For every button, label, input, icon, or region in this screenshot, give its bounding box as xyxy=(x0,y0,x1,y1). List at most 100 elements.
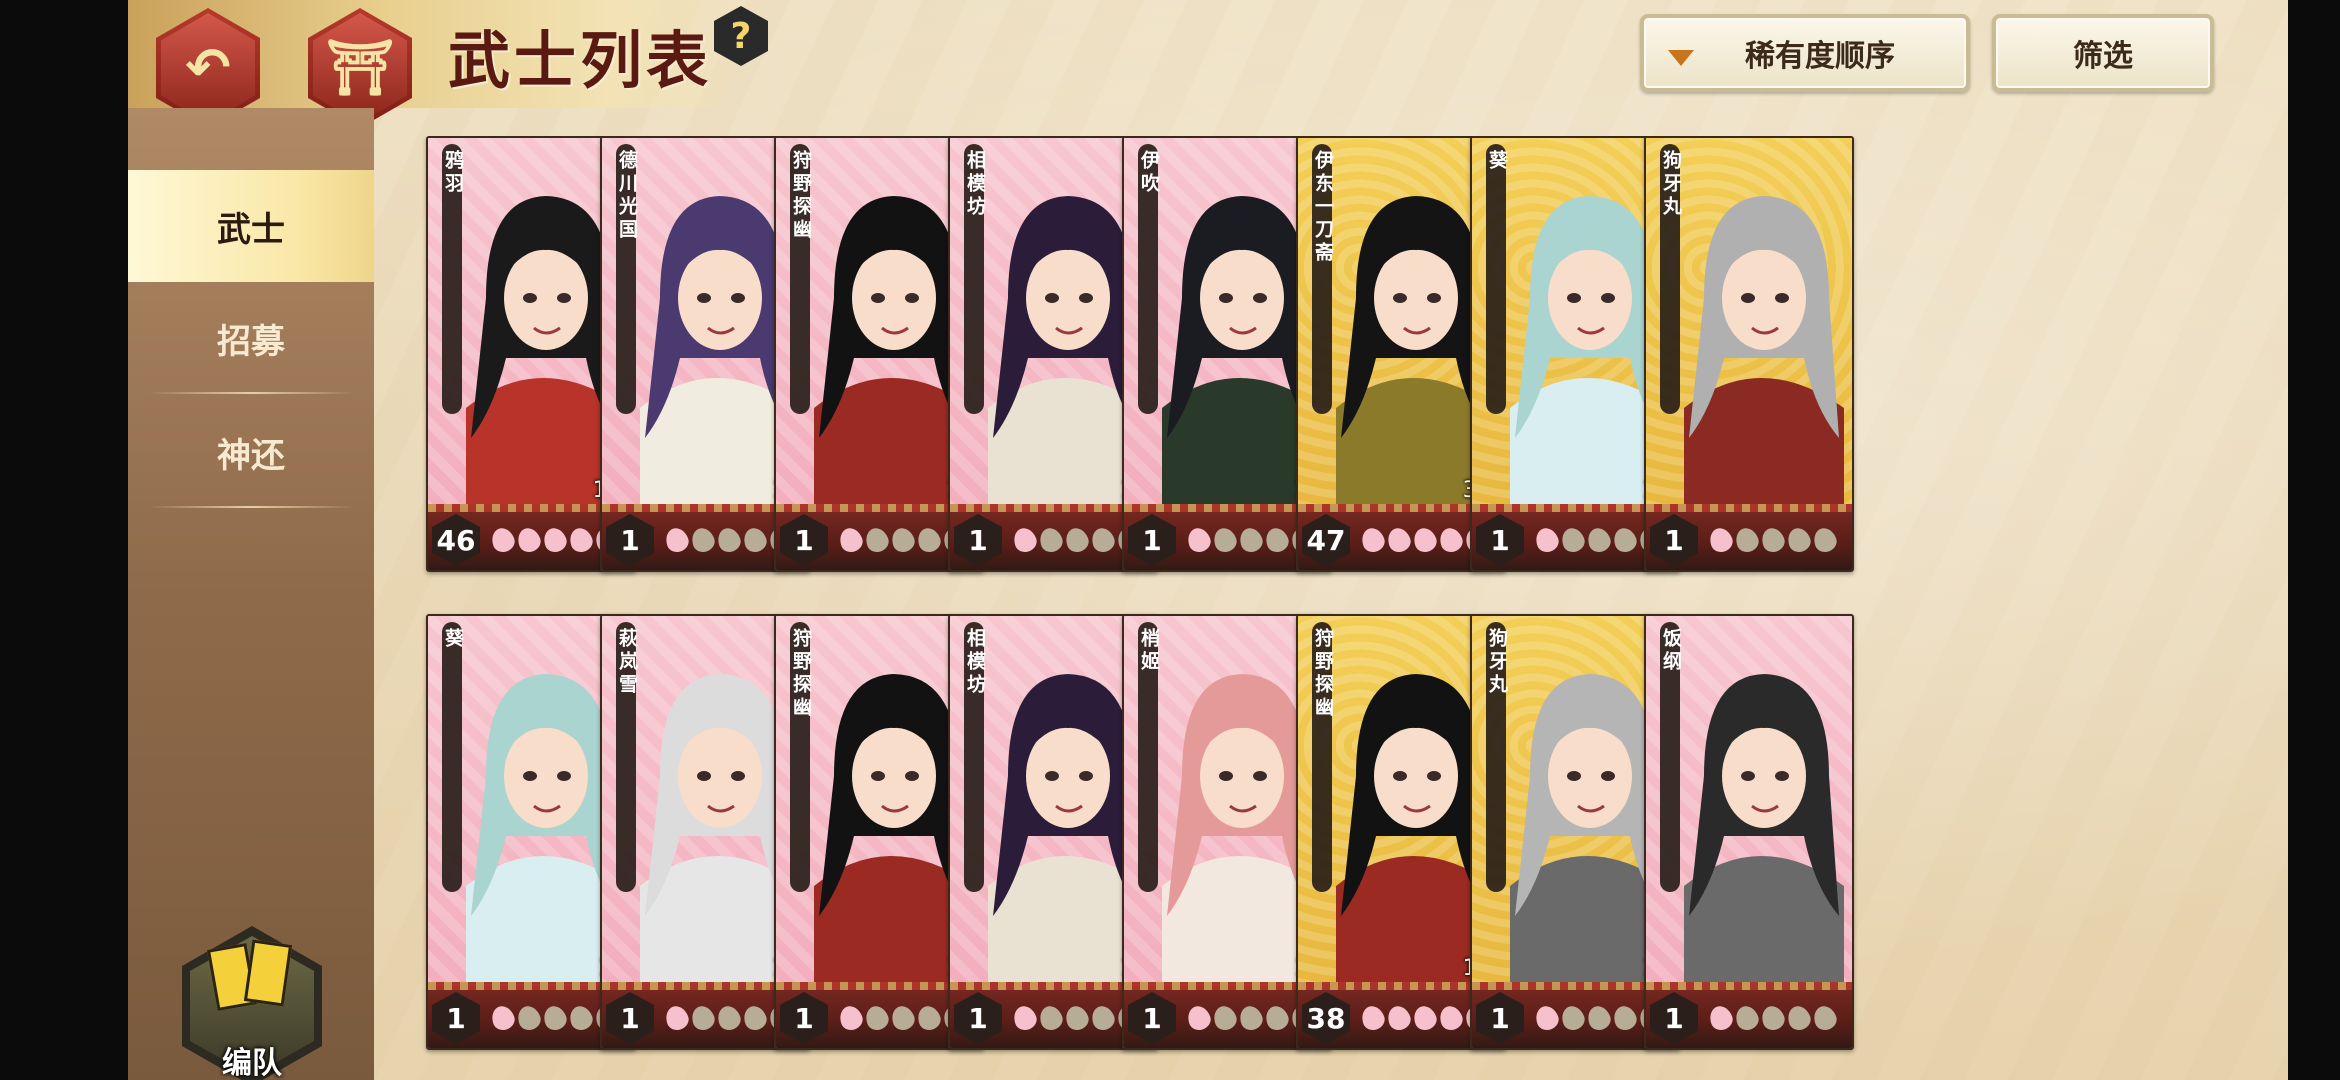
sakura-petal-icon xyxy=(1558,524,1588,556)
sakura-petal-icon xyxy=(1810,1002,1840,1034)
sakura-petal-icon xyxy=(1532,524,1562,556)
character-name: 狗牙丸 xyxy=(1486,628,1508,697)
sakura-petal-icon xyxy=(1706,524,1736,556)
character-name: 萩岚雪 xyxy=(616,628,638,697)
sakura-petal-icon xyxy=(1758,524,1788,556)
sakura-petal-icon xyxy=(714,1002,744,1034)
sidebar: 武士 招募 神还 编队 xyxy=(128,108,374,1080)
sakura-petal-icon xyxy=(1062,524,1092,556)
sakura-petal-icon xyxy=(1610,524,1640,556)
sakura-petal-icon xyxy=(1236,524,1266,556)
back-arrow-icon: ↶ xyxy=(185,36,231,99)
sakura-petal-icon xyxy=(1384,1002,1414,1034)
character-name: 狩野探幽 xyxy=(1312,628,1334,720)
sakura-petal-icon xyxy=(740,524,770,556)
sakura-petal-icon xyxy=(1706,1002,1736,1034)
sakura-petal-icon xyxy=(540,524,570,556)
sakura-petal-icon xyxy=(1436,1002,1466,1034)
sakura-petal-icon xyxy=(1532,1002,1562,1034)
page-title: 武士列表 xyxy=(448,24,713,97)
home-gate-icon: ⛩ xyxy=(325,36,395,99)
character-portrait xyxy=(1684,196,1844,508)
character-name: 葵 xyxy=(442,628,464,651)
filter-button[interactable]: 筛选 xyxy=(1992,14,2214,92)
sakura-petal-icon xyxy=(1558,1002,1588,1034)
screen-bezel-right xyxy=(2288,0,2340,1080)
samurai-card[interactable]: 饭纲 1 xyxy=(1644,614,1854,1050)
sakura-petal-icon xyxy=(1410,1002,1440,1034)
sakura-petal-icon xyxy=(1610,1002,1640,1034)
sakura-petal-icon xyxy=(836,524,866,556)
sakura-petal-icon xyxy=(662,1002,692,1034)
sakura-petal-icon xyxy=(1784,1002,1814,1034)
sakura-petal-icon xyxy=(1062,1002,1092,1034)
sakura-petal-icon xyxy=(1758,1002,1788,1034)
sakura-petal-icon xyxy=(1584,524,1614,556)
sakura-petal-icon xyxy=(688,524,718,556)
sakura-petal-icon xyxy=(836,1002,866,1034)
sakura-petal-icon xyxy=(488,1002,518,1034)
rank-petals xyxy=(1706,1002,1840,1034)
sakura-petal-icon xyxy=(514,524,544,556)
sakura-petal-icon xyxy=(1436,524,1466,556)
sakura-petal-icon xyxy=(1036,1002,1066,1034)
character-name: 相模坊 xyxy=(964,150,986,219)
sakura-petal-icon xyxy=(1262,524,1292,556)
character-name: 葵 xyxy=(1486,150,1508,173)
banner-icon xyxy=(243,939,293,1007)
sakura-petal-icon xyxy=(1036,524,1066,556)
sakura-petal-icon xyxy=(1358,524,1388,556)
samurai-card[interactable]: 狗牙丸 1 xyxy=(1644,136,1854,572)
character-name: 德川光国 xyxy=(616,150,638,242)
character-name: 饭纲 xyxy=(1660,628,1682,674)
screen-bezel-left xyxy=(0,0,128,1080)
sakura-petal-icon xyxy=(1732,524,1762,556)
sakura-petal-icon xyxy=(1810,524,1840,556)
sidebar-item-return[interactable]: 神还 xyxy=(128,396,374,508)
rank-petals xyxy=(1706,524,1840,556)
sakura-petal-icon xyxy=(1732,1002,1762,1034)
sakura-petal-icon xyxy=(914,524,944,556)
sakura-petal-icon xyxy=(714,524,744,556)
character-name: 鸦羽 xyxy=(442,150,464,196)
sakura-petal-icon xyxy=(1784,524,1814,556)
sakura-petal-icon xyxy=(914,1002,944,1034)
sakura-petal-icon xyxy=(862,524,892,556)
character-name: 伊东一刀斋 xyxy=(1312,150,1334,265)
sakura-petal-icon xyxy=(1088,524,1118,556)
sakura-petal-icon xyxy=(1088,1002,1118,1034)
character-name: 梢姬 xyxy=(1138,628,1160,674)
sakura-petal-icon xyxy=(566,524,596,556)
samurai-card-grid: 鸦羽1/146德川光国1/-1狩野探幽1/-1相模坊1/-1伊吹1/-1伊东一刀… xyxy=(418,136,2268,1080)
sakura-petal-icon xyxy=(1358,1002,1388,1034)
character-name: 狩野探幽 xyxy=(790,628,812,720)
sakura-petal-icon xyxy=(514,1002,544,1034)
sakura-petal-icon xyxy=(566,1002,596,1034)
sidebar-divider xyxy=(148,506,354,508)
sakura-petal-icon xyxy=(540,1002,570,1034)
character-name: 伊吹 xyxy=(1138,150,1160,196)
sakura-petal-icon xyxy=(1010,1002,1040,1034)
character-name: 狗牙丸 xyxy=(1660,150,1682,219)
character-name: 狩野探幽 xyxy=(790,150,812,242)
sakura-petal-icon xyxy=(1384,524,1414,556)
sakura-petal-icon xyxy=(1210,1002,1240,1034)
team-formation-button[interactable]: 编队 xyxy=(182,926,322,1080)
sakura-petal-icon xyxy=(888,1002,918,1034)
sidebar-item-recruit[interactable]: 招募 xyxy=(128,282,374,394)
header-bar: ↶ ⛩ 武士列表 ? 稀有度顺序 筛选 xyxy=(128,0,2288,128)
sort-button[interactable]: 稀有度顺序 xyxy=(1640,14,1970,92)
name-plate xyxy=(1486,144,1506,414)
name-plate xyxy=(442,622,462,892)
sidebar-divider xyxy=(148,392,354,394)
sakura-petal-icon xyxy=(1010,524,1040,556)
game-view: ↶ ⛩ 武士列表 ? 稀有度顺序 筛选 武士 招募 神还 编队 鸦羽 46 德川… xyxy=(128,0,2288,1080)
sakura-petal-icon xyxy=(740,1002,770,1034)
sakura-petal-icon xyxy=(1236,1002,1266,1034)
sakura-petal-icon xyxy=(1210,524,1240,556)
sidebar-item-samurai[interactable]: 武士 xyxy=(128,170,374,282)
sakura-petal-icon xyxy=(662,524,692,556)
sakura-petal-icon xyxy=(488,524,518,556)
dropdown-triangle-icon xyxy=(1668,50,1694,66)
sakura-petal-icon xyxy=(1184,524,1214,556)
